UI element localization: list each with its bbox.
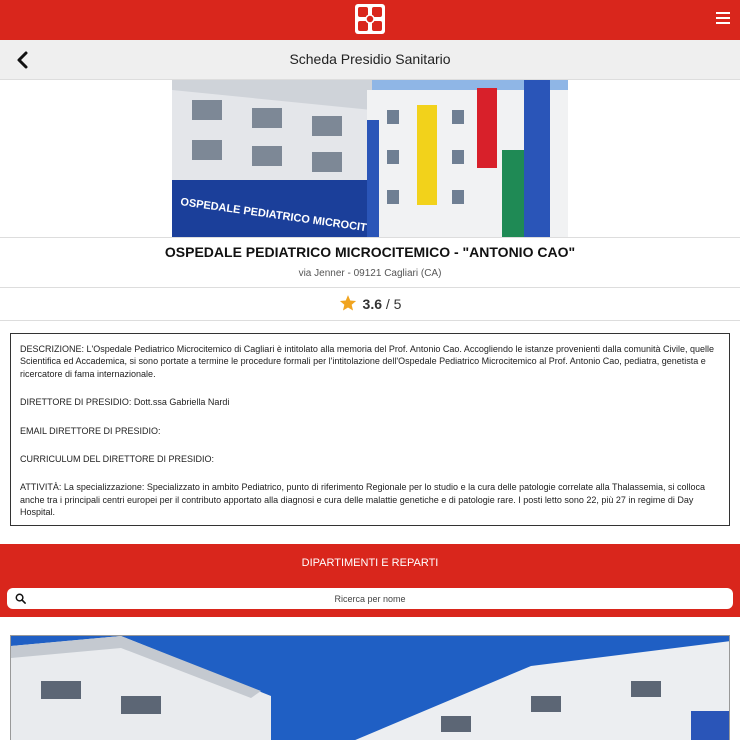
director-cv-label: CURRICULUM DEL DIRETTORE DI PRESIDIO: — [20, 454, 215, 465]
hospital-name: OSPEDALE PEDIATRICO MICROCITEMICO - "ANT… — [164, 244, 576, 260]
hospital-address: via Jenner - 09121 Cagliari (CA) — [298, 268, 442, 279]
search-icon — [15, 593, 26, 604]
department-photo[interactable] — [10, 635, 730, 740]
departments-section: DIPARTIMENTI E REPARTI — [0, 544, 740, 617]
search-input[interactable] — [31, 588, 709, 609]
activity-text: La specializzazione: Specializzato in am… — [20, 482, 706, 518]
search-box[interactable] — [7, 588, 733, 609]
director-cv-paragraph: CURRICULUM DEL DIRETTORE DI PRESIDIO: — [20, 453, 720, 465]
activity-paragraph: ATTIVITÀ: La specializzazione: Specializ… — [20, 481, 720, 518]
page-title: Scheda Presidio Sanitario — [289, 51, 451, 67]
departments-title[interactable]: DIPARTIMENTI E REPARTI — [0, 557, 740, 569]
description-paragraph: DESCRIZIONE: L'Ospedale Pediatrico Micro… — [20, 343, 720, 380]
star-icon — [339, 295, 356, 311]
description-label: DESCRIZIONE: — [20, 344, 85, 354]
director-name: Dott.ssa Gabriella Nardi — [131, 397, 230, 408]
divider — [0, 320, 740, 321]
divider — [0, 287, 740, 288]
hospital-photo: OSPEDALE PEDIATRICO MICROCITEMICO — [172, 80, 568, 237]
rating-separator: / — [382, 296, 394, 312]
hamburger-menu-icon[interactable] — [716, 12, 730, 24]
hospital-details: DESCRIZIONE: L'Ospedale Pediatrico Micro… — [10, 333, 730, 526]
director-email-label: EMAIL DIRETTORE DI PRESIDIO: — [20, 425, 161, 436]
divider — [0, 237, 740, 238]
activity-label: ATTIVITÀ: — [20, 482, 62, 493]
rating: 3.6 / 5 — [0, 294, 740, 312]
director-paragraph: DIRETTORE DI PRESIDIO: Dott.ssa Gabriell… — [20, 396, 720, 408]
page-titlebar: Scheda Presidio Sanitario — [0, 40, 740, 80]
description-text: L'Ospedale Pediatrico Microcitemico di C… — [20, 344, 715, 379]
director-email-paragraph: EMAIL DIRETTORE DI PRESIDIO: — [20, 425, 720, 437]
rating-value: 3.6 — [362, 296, 382, 312]
app-header — [0, 0, 740, 40]
rating-max: 5 — [393, 296, 402, 312]
director-label: DIRETTORE DI PRESIDIO: — [20, 397, 132, 408]
hospital-cross-logo-icon[interactable] — [355, 4, 385, 34]
